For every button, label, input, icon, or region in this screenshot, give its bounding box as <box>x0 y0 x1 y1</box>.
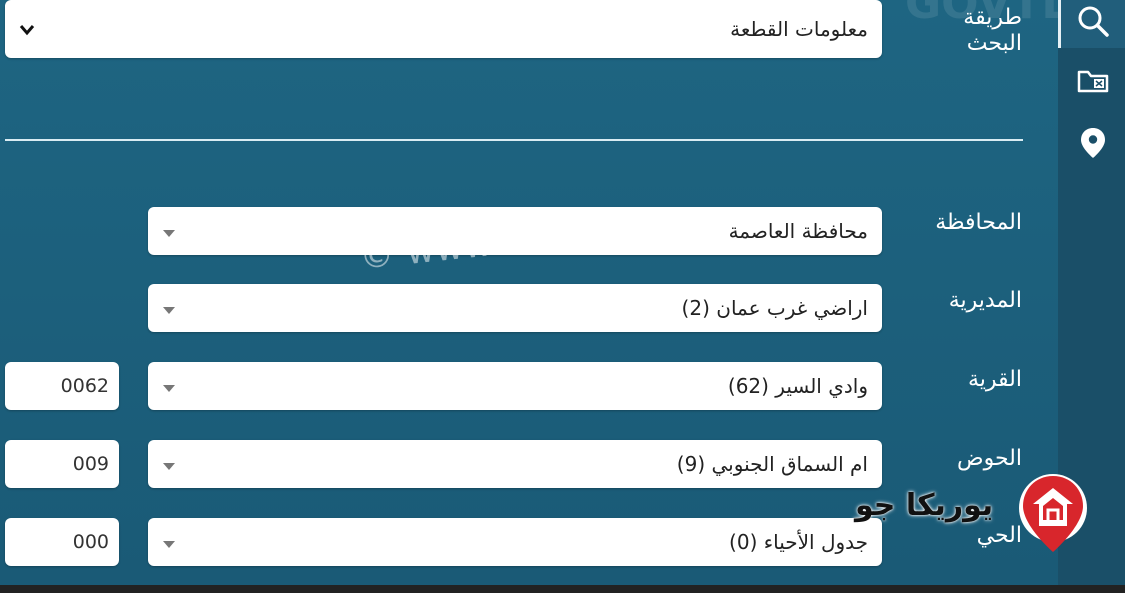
village-label: القرية <box>967 367 1022 392</box>
caret-down-icon <box>162 374 176 398</box>
village-code-field[interactable]: 0062 <box>5 362 119 410</box>
brand-logo-mark <box>1019 474 1087 552</box>
basin-code-value: 009 <box>72 453 109 475</box>
caret-down-icon <box>162 452 176 476</box>
neighborhood-code-field[interactable]: 000 <box>5 518 119 566</box>
basin-value: ام السماق الجنوبي (9) <box>676 452 868 476</box>
directorate-value: اراضي غرب عمان (2) <box>681 296 868 320</box>
location-pin-icon[interactable] <box>1078 126 1108 160</box>
brand-logo-text: يوريكا جو <box>855 488 994 523</box>
brand-logo: يوريكا جو <box>855 468 1095 558</box>
chevron-down-icon <box>19 17 35 41</box>
search-method-value: معلومات القطعة <box>730 17 868 41</box>
governorate-label: المحافظة <box>935 210 1022 235</box>
caret-down-icon <box>162 219 176 243</box>
village-value: وادي السير (62) <box>727 374 868 398</box>
search-method-label: طريقة البحث <box>963 5 1022 56</box>
directorate-label: المديرية <box>948 288 1022 313</box>
neighborhood-code-value: 000 <box>72 531 109 553</box>
basin-select[interactable]: ام السماق الجنوبي (9) <box>148 440 882 488</box>
folder-icon[interactable] <box>1076 66 1110 96</box>
bottom-bar <box>0 585 1125 593</box>
search-icon[interactable] <box>1075 3 1111 39</box>
village-code-value: 0062 <box>60 375 109 397</box>
village-select[interactable]: وادي السير (62) <box>148 362 882 410</box>
caret-down-icon <box>162 530 176 554</box>
neighborhood-select[interactable]: جدول الأحياء (0) <box>148 518 882 566</box>
active-indicator <box>1058 0 1061 48</box>
governorate-value: محافظة العاصمة <box>728 219 868 243</box>
neighborhood-value: جدول الأحياء (0) <box>729 530 868 554</box>
divider <box>5 139 1023 141</box>
basin-code-field[interactable]: 009 <box>5 440 119 488</box>
search-method-select[interactable]: معلومات القطعة <box>5 0 882 58</box>
caret-down-icon <box>162 296 176 320</box>
directorate-select[interactable]: اراضي غرب عمان (2) <box>148 284 882 332</box>
